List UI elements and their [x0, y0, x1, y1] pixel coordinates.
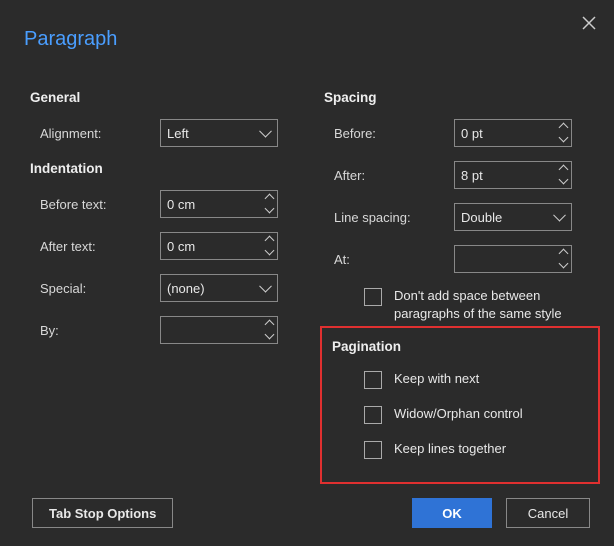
line-spacing-label: Line spacing:	[324, 210, 454, 225]
widow-orphan-label: Widow/Orphan control	[394, 405, 523, 423]
spacing-after-label: After:	[324, 168, 454, 183]
keep-with-next-label: Keep with next	[394, 370, 479, 388]
indentation-header: Indentation	[30, 161, 308, 176]
left-column: General Alignment: Left Indentation Befo…	[30, 90, 308, 358]
special-label: Special:	[30, 281, 160, 296]
tab-stop-options-button[interactable]: Tab Stop Options	[32, 498, 173, 528]
alignment-label: Alignment:	[30, 126, 160, 141]
after-text-input[interactable]	[160, 232, 278, 260]
close-icon[interactable]	[582, 16, 596, 30]
dialog-title: Paragraph	[24, 28, 117, 51]
paragraph-dialog: Paragraph General Alignment: Left Indent…	[0, 0, 614, 546]
by-input[interactable]	[160, 316, 278, 344]
ok-button[interactable]: OK	[412, 498, 492, 528]
cancel-button[interactable]: Cancel	[506, 498, 590, 528]
spacing-after-input[interactable]	[454, 161, 572, 189]
by-label: By:	[30, 323, 160, 338]
dont-add-space-checkbox[interactable]	[364, 288, 382, 306]
dont-add-space-label: Don't add space between paragraphs of th…	[394, 287, 594, 323]
general-header: General	[30, 90, 308, 105]
special-select[interactable]: (none)	[160, 274, 278, 302]
dialog-footer: Tab Stop Options OK Cancel	[0, 496, 614, 528]
keep-lines-together-checkbox[interactable]	[364, 441, 382, 459]
alignment-select[interactable]: Left	[160, 119, 278, 147]
widow-orphan-checkbox[interactable]	[364, 406, 382, 424]
spacing-before-input[interactable]	[454, 119, 572, 147]
after-text-label: After text:	[30, 239, 160, 254]
keep-lines-together-label: Keep lines together	[394, 440, 506, 458]
line-spacing-select[interactable]: Double	[454, 203, 572, 231]
before-text-input[interactable]	[160, 190, 278, 218]
keep-with-next-checkbox[interactable]	[364, 371, 382, 389]
before-text-label: Before text:	[30, 197, 160, 212]
at-label: At:	[324, 252, 454, 267]
right-column: Spacing Before: After: Line spacing:	[324, 90, 602, 475]
at-input[interactable]	[454, 245, 572, 273]
pagination-header: Pagination	[332, 339, 602, 354]
spacing-before-label: Before:	[324, 126, 454, 141]
spacing-header: Spacing	[324, 90, 602, 105]
